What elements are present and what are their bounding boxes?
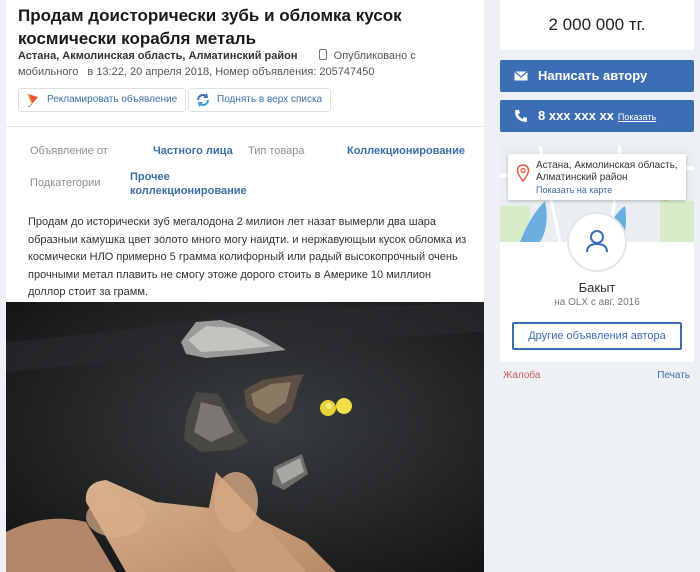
user-icon — [586, 230, 608, 253]
envelope-icon — [514, 71, 528, 81]
advertise-label: Рекламировать объявление — [47, 94, 178, 105]
raise-button[interactable]: Поднять в верх списка — [188, 88, 332, 112]
param-ad-from-label: Объявление от — [30, 145, 108, 157]
write-author-label: Написать автору — [538, 68, 648, 83]
kite-icon — [27, 93, 38, 108]
ad-description: Продам до исторически зуб мегалодона 2 м… — [28, 216, 467, 298]
advertise-button[interactable]: Рекламировать объявление — [18, 88, 187, 112]
map-location-card: Астана, Акмолинская область, Алматинский… — [508, 154, 686, 200]
print-link[interactable]: Печать — [657, 370, 690, 381]
param-subcategory-label: Подкатегории — [30, 177, 101, 189]
published-time: в 13:22, 20 апреля 2018, Номер объявлени… — [87, 66, 375, 78]
other-ads-button[interactable]: Другие объявления автора — [512, 322, 682, 350]
phone-handset-icon — [515, 110, 527, 122]
param-item-type-label: Тип товара — [248, 145, 305, 157]
phone-button[interactable]: 8 ххх ххх хх Показать — [500, 100, 694, 132]
seller-since: на OLX с авг. 2016 — [554, 297, 640, 308]
ad-title: Продам доисторически зубь и обломка кусо… — [18, 6, 402, 48]
map-pin-icon — [516, 164, 530, 182]
param-subcategory-line2: коллекционирование — [130, 185, 247, 197]
ad-main-column: Продам доисторически зубь и обломка кусо… — [6, 0, 484, 572]
param-subcategory-line1: Прочее — [130, 171, 170, 183]
page: Продам доисторически зубь и обломка кусо… — [0, 0, 700, 572]
price: 2 000 000 тг. — [500, 0, 694, 50]
map-address: Астана, Акмолинская область, Алматинский… — [536, 160, 678, 183]
mobile-phone-icon — [318, 49, 327, 60]
write-author-button[interactable]: Написать автору — [500, 60, 694, 92]
ad-location[interactable]: Астана, Акмолинская область, Алматинский… — [18, 50, 298, 62]
seller-card: Астана, Акмолинская область, Алматинский… — [500, 146, 694, 362]
phone-number: 8 ххх ххх хх — [538, 108, 614, 123]
ad-meta: Астана, Акмолинская область, Алматинский… — [18, 48, 478, 80]
seller-name[interactable]: Бакыт — [500, 280, 694, 295]
ad-photo-image — [6, 302, 484, 572]
param-subcategory-value[interactable]: Прочее коллекционирование — [130, 170, 247, 198]
complain-link[interactable]: Жалоба — [503, 370, 540, 381]
avatar — [567, 212, 627, 272]
raise-label: Поднять в верх списка — [217, 94, 323, 105]
show-phone-link[interactable]: Показать — [618, 112, 656, 122]
ad-photo[interactable] — [6, 302, 484, 572]
refresh-arrows-icon — [197, 93, 209, 107]
ad-parameters: Объявление от Частного лица Тип товара К… — [6, 127, 484, 207]
param-ad-from-value[interactable]: Частного лица — [153, 144, 233, 158]
show-on-map-link[interactable]: Показать на карте — [536, 185, 612, 195]
param-item-type-value[interactable]: Коллекционирование — [347, 144, 465, 158]
